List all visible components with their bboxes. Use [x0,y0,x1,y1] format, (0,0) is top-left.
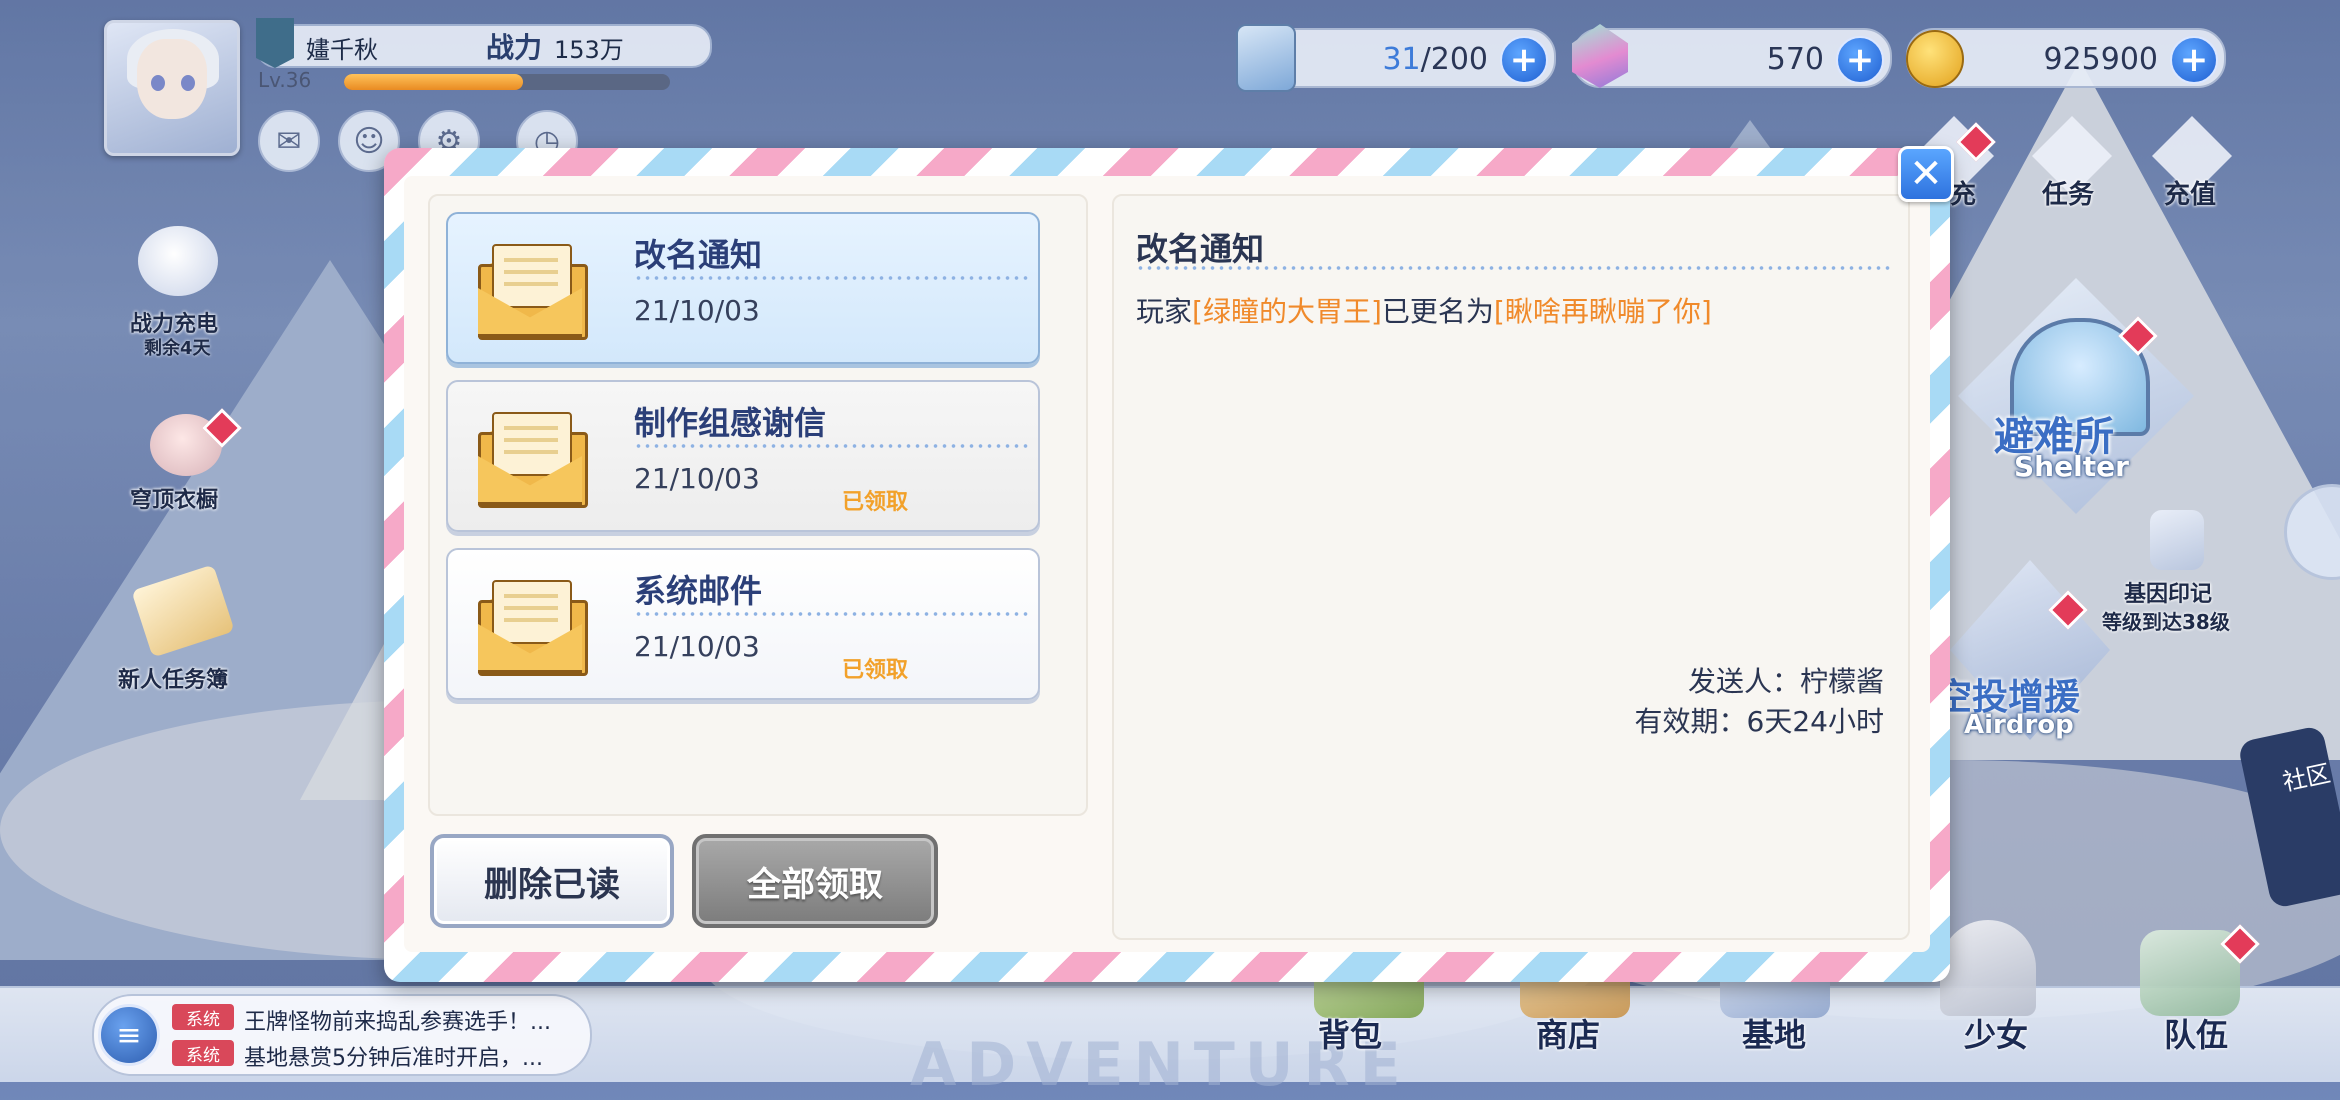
nav-backpack[interactable]: 背包 [1318,1010,1382,1056]
player-avatar[interactable] [104,20,240,156]
player-level: Lv.36 [258,68,312,92]
shelter-label-en: Shelter [2014,450,2129,483]
rank-badge-icon [256,18,294,68]
newbie-tasks-label[interactable]: 新人任务簿 [118,662,228,694]
power-value: 153万 [554,36,624,64]
divider [634,276,1028,280]
body-prefix: 玩家 [1136,295,1193,328]
envelope-icon [478,404,588,508]
crystal-value: 570 [1766,42,1824,77]
old-name: [绿瞳的大胃王] [1192,295,1382,328]
mail-item[interactable]: 系统邮件 21/10/03 已领取 [446,548,1040,700]
stamina-current: 31 [1382,42,1421,77]
mail-date: 21/10/03 [634,462,760,495]
detail-title: 改名通知 [1136,230,1265,268]
nav-girls[interactable]: 少女 [1964,1010,2028,1056]
mail-title: 制作组感谢信 [634,404,827,442]
mail-item[interactable]: 改名通知 21/10/03 [446,212,1040,364]
divider [1136,266,1892,270]
envelope-icon [478,572,588,676]
recharge-label[interactable]: 充值 [2164,174,2216,211]
mail-status: 已领取 [842,658,909,683]
divider [634,612,1028,616]
chat-message: 王牌怪物前来捣乱参赛选手！... [244,1010,551,1035]
power-label: 战力 [486,31,543,64]
add-gold-button[interactable]: + [2170,36,2218,84]
stamina-icon [1236,24,1296,92]
player-name: 嫿千秋 [306,36,378,64]
gold-coin-icon [1906,30,1964,88]
detail-body: 玩家[绿瞳的大胃王]已更名为[瞅啥再瞅嘣了你] [1136,290,1712,330]
exp-bar-fill [344,74,524,90]
tasks-label[interactable]: 任务 [2042,174,2094,211]
body-middle: 已更名为 [1381,295,1494,328]
add-crystal-button[interactable]: + [1836,36,1884,84]
close-icon[interactable]: ✕ [1898,146,1954,202]
chat-bubble-icon[interactable]: ≡ [98,1004,160,1066]
claim-all-button[interactable]: 全部领取 [692,834,938,928]
nav-shop[interactable]: 商店 [1536,1010,1600,1056]
detail-sender: 发送人：柠檬酱 [1687,665,1884,698]
wardrobe-label[interactable]: 穹顶衣橱 [130,482,218,514]
new-name: [瞅啥再瞅嘣了你] [1493,295,1712,328]
gene-dna-icon[interactable] [2150,510,2204,570]
chat-tag: 系统 [172,1004,234,1030]
mail-date: 21/10/03 [634,630,760,663]
divider [634,444,1028,448]
airdrop-label-en: Airdrop [1964,710,2074,740]
chat-tag: 系统 [172,1040,234,1066]
chat-message: 基地悬赏5分钟后准时开启，... [244,1046,543,1071]
nav-base[interactable]: 基地 [1742,1010,1806,1056]
gold-counter: 925900 + [1906,28,2226,88]
gene-label[interactable]: 基因印记 [2124,576,2212,608]
stamina-counter: 31/200 + [1236,24,1556,92]
mail-title: 系统邮件 [634,572,763,610]
mail-item[interactable]: 制作组感谢信 21/10/03 已领取 [446,380,1040,532]
power-charge-icon[interactable] [138,226,218,296]
mail-icon[interactable]: ✉ [258,110,320,172]
envelope-icon [478,236,588,340]
gene-unlock-hint: 等级到达38级 [2102,610,2230,634]
girls-icon[interactable] [1940,920,2036,1016]
power-charge-remaining: 剩余4天 [144,338,211,359]
stamina-max: /200 [1420,42,1488,77]
exp-bar [344,74,670,90]
gold-value: 925900 [2043,42,2158,77]
nav-team[interactable]: 队伍 [2164,1010,2228,1056]
add-stamina-button[interactable]: + [1500,36,1548,84]
crystal-counter: 570 + [1572,24,1892,88]
mail-date: 21/10/03 [634,294,760,327]
delete-read-button[interactable]: 删除已读 [430,834,674,928]
mail-status: 已领取 [842,490,909,515]
detail-expiry: 有效期：6天24小时 [1634,705,1884,738]
mail-title: 改名通知 [634,236,763,274]
